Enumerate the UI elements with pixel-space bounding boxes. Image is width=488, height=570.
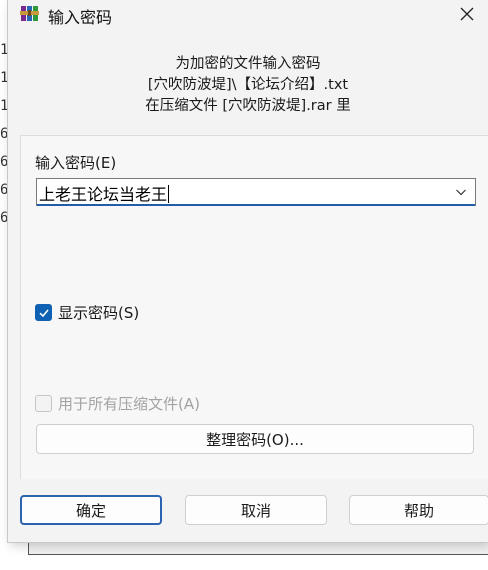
password-input[interactable]: 上老王论坛当老王 [39, 181, 170, 205]
organize-passwords-button[interactable]: 整理密码(O)... [36, 424, 474, 454]
password-combobox[interactable]: 上老王论坛当老王 [36, 178, 476, 206]
close-button[interactable] [446, 0, 488, 28]
show-password-checkbox[interactable] [35, 304, 52, 321]
chevron-down-icon[interactable] [455, 186, 467, 198]
show-password-checkbox-row[interactable]: 显示密码(S) [35, 302, 139, 323]
info-file-name: [穴吹防波堤]\【论坛介绍】.txt [147, 77, 349, 93]
info-archive-name: 在压缩文件 [穴吹防波堤].rar 里 [145, 98, 351, 114]
dialog-title: 输入密码 [48, 8, 113, 27]
title-bar[interactable]: 输入密码 [8, 0, 488, 28]
password-label: 输入密码(E) [35, 154, 117, 172]
close-icon [460, 7, 474, 21]
help-button[interactable]: 帮助 [349, 495, 488, 525]
text-caret [168, 185, 170, 203]
show-password-label: 显示密码(S) [58, 304, 140, 322]
winrar-books-icon [20, 3, 40, 23]
info-line: 为加密的文件输入密码 [175, 56, 321, 72]
use-for-all-label: 用于所有压缩文件(A) [58, 395, 200, 413]
checkmark-icon [38, 308, 49, 317]
password-dialog: 输入密码 为加密的文件输入密码 [穴吹防波堤]\【论坛介绍】.txt 在压缩文件… [8, 0, 488, 542]
cancel-button[interactable]: 取消 [185, 495, 327, 525]
archive-info: 为加密的文件输入密码 [穴吹防波堤]\【论坛介绍】.txt 在压缩文件 [穴吹防… [8, 54, 488, 117]
use-for-all-checkbox [35, 395, 52, 412]
use-for-all-checkbox-row: 用于所有压缩文件(A) [35, 393, 200, 414]
ok-button[interactable]: 确定 [20, 495, 162, 525]
password-value: 上老王论坛当老王 [39, 185, 168, 204]
background-window-frame [28, 540, 488, 555]
